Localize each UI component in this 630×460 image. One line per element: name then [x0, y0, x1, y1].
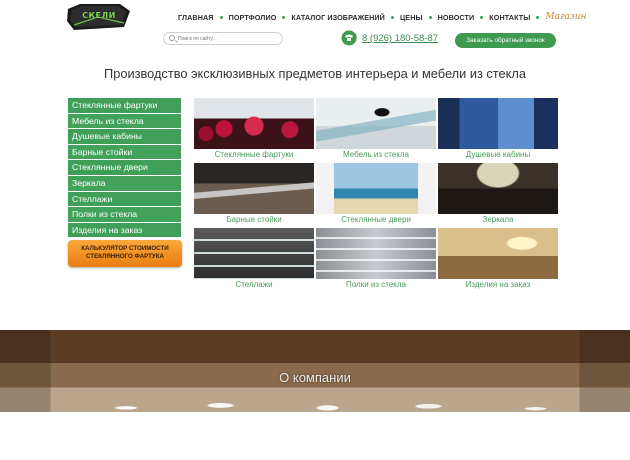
tile-shelving[interactable]: Стеллажи: [194, 228, 314, 291]
product-grid: Стеклянные фартуки Мебель из стекла Душе…: [194, 98, 559, 291]
tile-image: [316, 163, 436, 214]
tile-mirrors[interactable]: Зеркала: [438, 163, 558, 226]
sidebar-item-shelving[interactable]: Стеллажи: [68, 191, 181, 208]
search-icon[interactable]: [169, 35, 175, 41]
nav-separator: [282, 15, 286, 19]
tile-image: [316, 228, 436, 279]
tile-shower-cabins[interactable]: Душевые кабины: [438, 98, 558, 161]
phone-number[interactable]: 8 (926) 180-58-87: [362, 33, 438, 44]
tile-label: Стеклянные двери: [316, 214, 436, 226]
sidebar-menu: Стеклянные фартуки Мебель из стекла Душе…: [68, 98, 181, 239]
sidebar-item-shower-cabins[interactable]: Душевые кабины: [68, 129, 181, 145]
tile-label: Барные стойки: [194, 214, 314, 226]
tile-image: [194, 228, 314, 279]
callback-button[interactable]: Заказать обратный звонок: [455, 33, 556, 48]
tile-image: [194, 163, 314, 214]
page-title: Производство эксклюзивных предметов инте…: [104, 66, 526, 81]
tile-glass-backsplashes[interactable]: Стеклянные фартуки: [194, 98, 314, 161]
tile-glass-furniture[interactable]: Мебель из стекла: [316, 98, 436, 161]
tile-label: Мебель из стекла: [316, 149, 436, 161]
tile-label: Зеркала: [438, 214, 558, 226]
tile-image: [438, 98, 558, 149]
about-banner[interactable]: О компании: [0, 330, 630, 412]
nav-separator: [390, 15, 394, 19]
phone-icon: [341, 30, 359, 46]
tile-image: [316, 98, 436, 149]
search-box[interactable]: [163, 32, 283, 45]
tile-image: [438, 163, 558, 214]
sidebar-item-glass-shelves[interactable]: Полки из стекла: [68, 207, 181, 223]
tile-bar-counters[interactable]: Барные стойки: [194, 163, 314, 226]
nav-item-news[interactable]: НОВОСТИ: [438, 13, 475, 22]
logo[interactable]: СКЕЛИ: [66, 3, 132, 31]
tile-label: Полки из стекла: [316, 279, 436, 291]
nav-separator: [536, 15, 540, 19]
search-input[interactable]: [178, 34, 278, 44]
nav-separator: [480, 15, 484, 19]
nav-item-prices[interactable]: ЦЕНЫ: [400, 13, 423, 22]
sidebar-item-glass-doors[interactable]: Стеклянные двери: [68, 160, 181, 176]
nav-item-portfolio[interactable]: ПОРТФОЛИО: [229, 13, 277, 22]
calculator-button[interactable]: КАЛЬКУЛЯТОР СТОИМОСТИ СТЕКЛЯННОГО ФАРТУК…: [68, 240, 182, 267]
nav-item-catalog[interactable]: КАТАЛОГ ИЗОБРАЖЕНИЙ: [291, 13, 385, 22]
sidebar-item-glass-furniture[interactable]: Мебель из стекла: [68, 113, 181, 130]
tile-glass-doors[interactable]: Стеклянные двери: [316, 163, 436, 226]
nav-separator: [219, 15, 223, 19]
sidebar-item-glass-backsplashes[interactable]: Стеклянные фартуки: [68, 98, 181, 114]
tile-label: Изделия на заказ: [438, 279, 558, 291]
calculator-label-line2: СТЕКЛЯННОГО ФАРТУКА: [85, 253, 164, 260]
banner-title: О компании: [279, 370, 351, 385]
tile-image: [438, 228, 558, 279]
tile-glass-shelves[interactable]: Полки из стекла: [316, 228, 436, 291]
nav-item-contacts[interactable]: КОНТАКТЫ: [489, 13, 530, 22]
tile-label: Стеллажи: [194, 279, 314, 291]
tile-label: Душевые кабины: [438, 149, 558, 161]
main-nav: ГЛАВНАЯ ПОРТФОЛИО КАТАЛОГ ИЗОБРАЖЕНИЙ ЦЕ…: [178, 12, 587, 22]
logo-text: СКЕЛИ: [82, 11, 116, 20]
sidebar-item-bar-counters[interactable]: Барные стойки: [68, 144, 181, 161]
nav-separator: [428, 15, 432, 19]
calculator-label-line1: КАЛЬКУЛЯТОР СТОИМОСТИ: [81, 245, 169, 252]
nav-item-shop[interactable]: Магазин: [545, 12, 586, 22]
sidebar-item-mirrors[interactable]: Зеркала: [68, 175, 181, 192]
nav-item-home[interactable]: ГЛАВНАЯ: [178, 13, 214, 22]
sidebar-item-custom-products[interactable]: Изделия на заказ: [68, 222, 181, 239]
tile-label: Стеклянные фартуки: [194, 149, 314, 161]
tile-image: [194, 98, 314, 149]
tile-custom-products[interactable]: Изделия на заказ: [438, 228, 558, 291]
